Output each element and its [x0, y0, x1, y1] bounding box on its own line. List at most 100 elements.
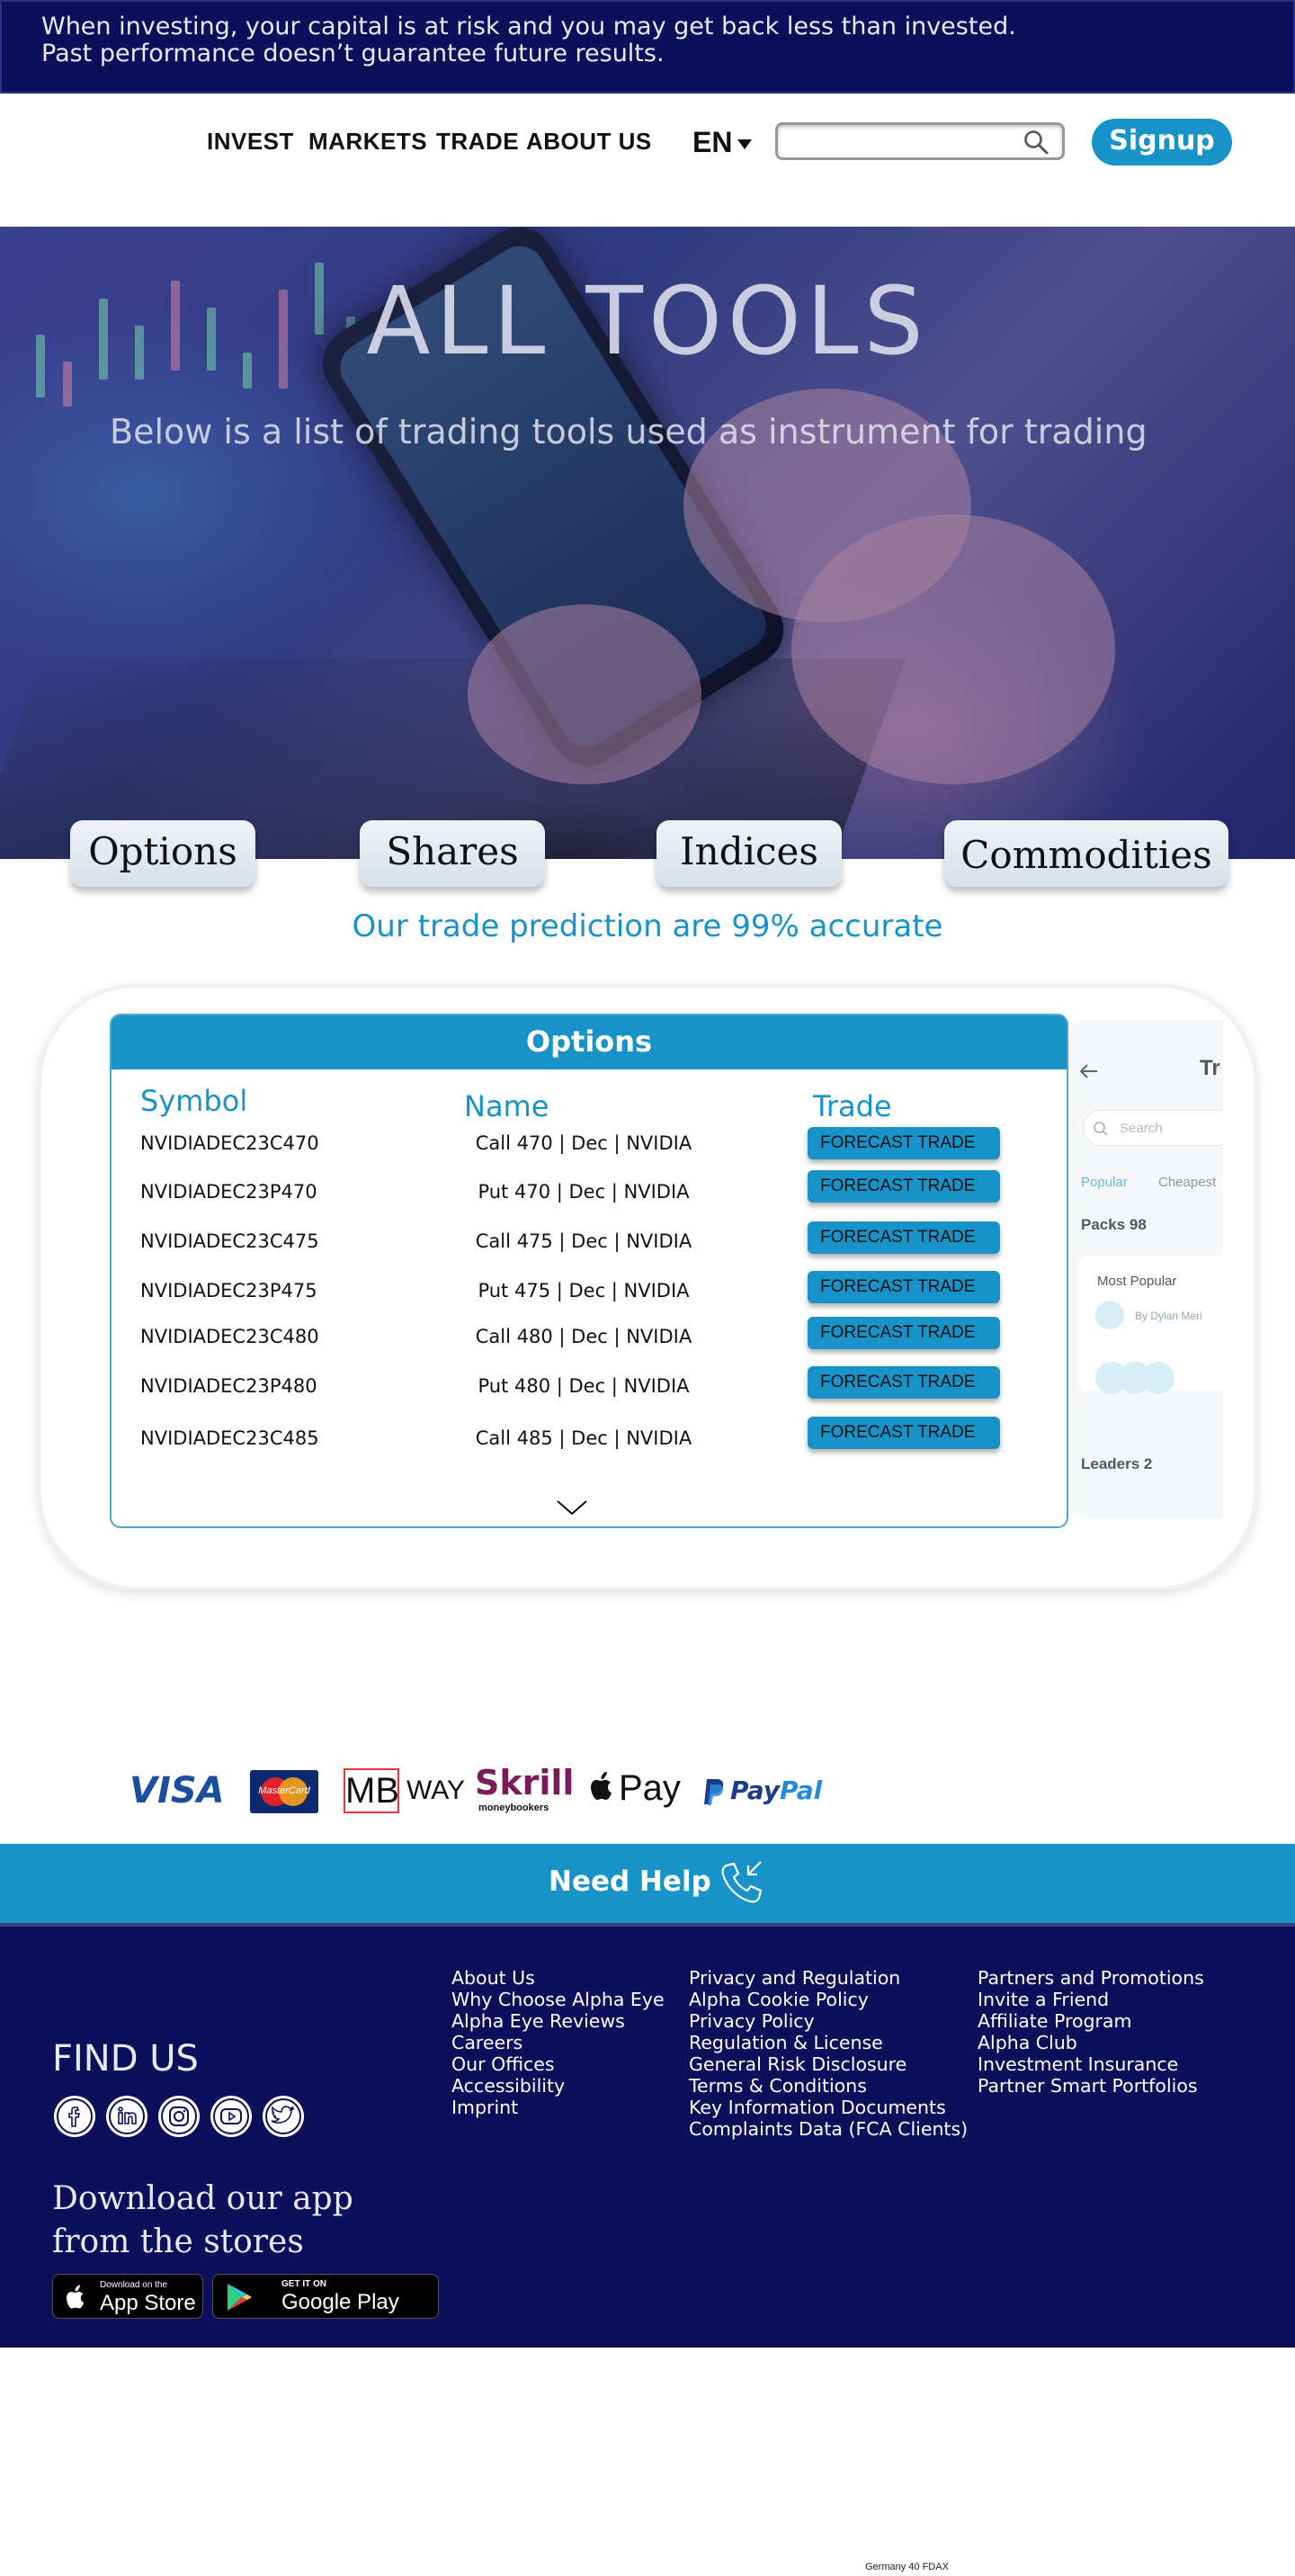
risk-warning-line-2: Past performance doesn’t guarantee futur…: [41, 40, 665, 67]
instagram-icon[interactable]: [158, 2096, 200, 2137]
google-play-small-text: GET IT ON: [281, 2279, 326, 2289]
footer-link[interactable]: General Risk Disclosure: [689, 2053, 906, 2075]
row-name: Call 485 | Dec | NVIDIA: [475, 1427, 692, 1449]
google-play-label: Google Play: [281, 2290, 399, 2314]
language-code: EN: [692, 126, 733, 158]
footer-link[interactable]: Investment Insurance: [978, 2053, 1178, 2075]
footer-link[interactable]: Invite a Friend: [978, 1989, 1109, 2010]
app-search-icon: [1094, 1122, 1108, 1136]
google-play-icon: [228, 2284, 252, 2311]
twitter-icon[interactable]: [263, 2096, 304, 2137]
search-icon[interactable]: [1023, 129, 1049, 156]
footer-link[interactable]: Careers: [451, 2032, 522, 2053]
table-row: NVIDIADEC23P475 Put 475 | Dec | NVIDIA F…: [112, 1271, 1067, 1307]
app-avatar: [1095, 1301, 1124, 1329]
app-pack-card: Most Popular By Dylan Meri: [1077, 1256, 1223, 1394]
footer-link[interactable]: Key Information Documents: [689, 2097, 946, 2118]
download-heading-line-2: from the stores: [52, 2223, 304, 2260]
footer-link[interactable]: Privacy and Regulation: [689, 1967, 900, 1989]
back-arrow-icon: [1079, 1064, 1097, 1078]
hero-subtitle: Below is a list of trading tools used as…: [110, 412, 1148, 452]
table-row: NVIDIADEC23P480 Put 480 | Dec | NVIDIA F…: [112, 1366, 1067, 1402]
row-name: Put 470 | Dec | NVIDIA: [478, 1181, 690, 1203]
forecast-trade-button[interactable]: FORECAST TRADE: [808, 1221, 1000, 1254]
app-preview-title: Tr: [1200, 1056, 1220, 1080]
footer-link[interactable]: Our Offices: [451, 2053, 555, 2075]
footer-link[interactable]: Affiliate Program: [978, 2010, 1131, 2032]
nav-about-us[interactable]: ABOUT US: [526, 128, 652, 156]
risk-warning-line-1: When investing, your capital is at risk …: [41, 13, 1016, 40]
footer-link[interactable]: Alpha Club: [978, 2032, 1077, 2053]
forecast-trade-button[interactable]: FORECAST TRADE: [808, 1127, 1000, 1159]
footer-link[interactable]: Alpha Eye Reviews: [451, 2010, 625, 2032]
linkedin-icon[interactable]: [106, 2096, 147, 2137]
mastercard-logo: MasterCard: [250, 1770, 318, 1813]
mbway-way-text: WAY: [406, 1775, 465, 1805]
forecast-trade-button[interactable]: FORECAST TRADE: [808, 1417, 1000, 1449]
forecast-trade-button[interactable]: FORECAST TRADE: [808, 1170, 1000, 1203]
signup-button[interactable]: Signup: [1092, 119, 1232, 165]
row-symbol: NVIDIADEC23C485: [140, 1427, 319, 1449]
need-help-label[interactable]: Need Help: [549, 1865, 711, 1898]
app-store-button[interactable]: Download on the App Store: [52, 2274, 203, 2319]
apple-icon: [67, 2285, 85, 2309]
app-card-title: Most Popular: [1097, 1274, 1177, 1289]
category-shares-button[interactable]: Shares: [360, 820, 545, 887]
footer-link[interactable]: About Us: [451, 1967, 535, 1989]
app-leaders-label: Leaders 2: [1081, 1455, 1153, 1472]
footer-link[interactable]: Partner Smart Portfolios: [978, 2075, 1198, 2097]
app-tab-popular: Popular: [1081, 1175, 1128, 1190]
search-box[interactable]: [775, 122, 1065, 160]
youtube-icon[interactable]: [210, 2096, 252, 2137]
google-play-button[interactable]: GET IT ON Google Play: [212, 2274, 439, 2319]
table-row: NVIDIADEC23C470 Call 470 | Dec | NVIDIA …: [112, 1127, 1067, 1163]
app-avatar: [1142, 1362, 1174, 1394]
forecast-trade-button[interactable]: FORECAST TRADE: [808, 1366, 1000, 1399]
footer-link[interactable]: Privacy Policy: [689, 2010, 815, 2032]
footer-link[interactable]: Alpha Cookie Policy: [689, 1989, 869, 2010]
download-heading-line-1: Download our app: [52, 2180, 353, 2217]
forecast-trade-button[interactable]: FORECAST TRADE: [808, 1271, 1000, 1303]
row-symbol: NVIDIADEC23C475: [140, 1230, 319, 1252]
search-input[interactable]: [785, 129, 1019, 154]
footer-link[interactable]: Terms & Conditions: [689, 2075, 867, 2097]
find-us-heading: FIND US: [52, 2038, 199, 2080]
column-header-trade: Trade: [813, 1089, 892, 1123]
table-row: NVIDIADEC23C485 Call 485 | Dec | NVIDIA …: [112, 1417, 1067, 1453]
facebook-icon[interactable]: [54, 2096, 95, 2137]
risk-warning-banner: When investing, your capital is at risk …: [0, 0, 1295, 94]
row-symbol: NVIDIADEC23P475: [140, 1280, 317, 1301]
paypal-logo: PayPal: [730, 1775, 823, 1805]
expand-chevron-icon[interactable]: [556, 1498, 588, 1516]
table-row: NVIDIADEC23C475 Call 475 | Dec | NVIDIA …: [112, 1221, 1067, 1257]
table-row: NVIDIADEC23C480 Call 480 | Dec | NVIDIA …: [112, 1317, 1067, 1353]
paypal-icon: [704, 1779, 724, 1805]
column-header-name: Name: [464, 1089, 549, 1123]
footer-link[interactable]: Regulation & License: [689, 2032, 883, 2053]
category-options-button[interactable]: Options: [70, 820, 255, 887]
forecast-trade-button[interactable]: FORECAST TRADE: [808, 1317, 1000, 1349]
footer-link[interactable]: Imprint: [451, 2097, 518, 2118]
footer-link[interactable]: Accessibility: [451, 2075, 565, 2097]
app-preview-search: Search: [1083, 1110, 1223, 1146]
nav-markets[interactable]: MARKETS: [308, 128, 427, 156]
app-tab-cheapest: Cheapest: [1158, 1175, 1217, 1190]
accuracy-heading: Our trade prediction are 99% accurate: [352, 908, 943, 944]
footer-link[interactable]: Why Choose Alpha Eye: [451, 1989, 665, 2010]
row-symbol: NVIDIADEC23C470: [140, 1132, 319, 1154]
app-packs-label: Packs 98: [1081, 1216, 1147, 1233]
category-commodities-button[interactable]: Commodities: [944, 820, 1228, 887]
row-symbol: NVIDIADEC23C480: [140, 1326, 319, 1347]
skrill-subtext: moneybookers: [478, 1802, 549, 1813]
skrill-logo: Skrill: [475, 1763, 575, 1802]
apple-pay-logo: Pay: [619, 1768, 681, 1808]
app-card-author: By Dylan Meri: [1135, 1310, 1202, 1322]
language-selector[interactable]: EN: [692, 126, 753, 159]
phone-incoming-icon[interactable]: [718, 1858, 766, 1907]
footer-link[interactable]: Partners and Promotions: [978, 1967, 1204, 1989]
nav-trade[interactable]: TRADE: [436, 128, 519, 156]
nav-invest[interactable]: INVEST: [207, 128, 294, 156]
footer-link[interactable]: Complaints Data (FCA Clients): [689, 2118, 968, 2140]
category-indices-button[interactable]: Indices: [656, 820, 842, 887]
app-preview: Tr Search Popular Cheapest Packs 98 Most…: [1067, 1020, 1223, 1518]
